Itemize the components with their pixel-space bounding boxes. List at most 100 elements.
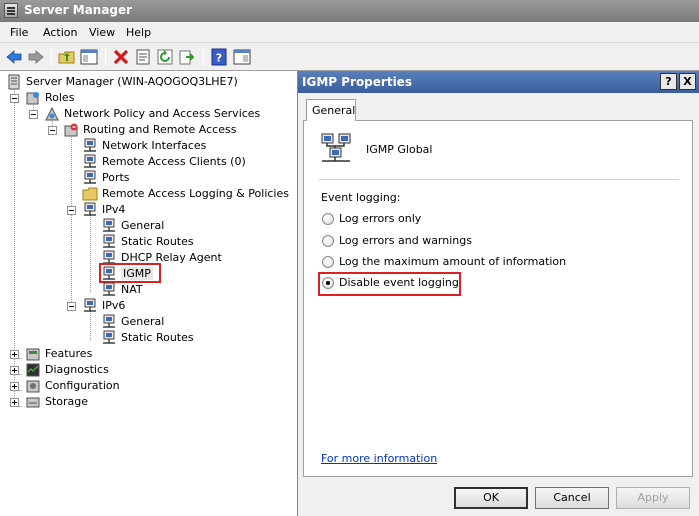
tree-node-ipv4[interactable]: IPv4 [67,202,167,218]
back-icon[interactable] [5,48,23,66]
tree-label: Diagnostics [45,363,109,376]
tree-node-network-interfaces[interactable]: Network Interfaces [82,138,282,154]
help-icon[interactable]: ? [210,48,228,66]
ipv4-icon [84,202,96,216]
tree-label: Storage [45,395,89,408]
igmp-properties-dialog: IGMP Properties ? X General IGMP Global … [297,71,699,516]
network-interfaces-icon [84,138,96,152]
radio-button[interactable] [322,256,334,268]
delete-icon[interactable] [112,48,130,66]
tab-general[interactable]: General [306,99,356,121]
tree-node-server-manager[interactable]: Server Manager (WIN-AQOGOQ3LHE7) [6,74,296,90]
cancel-button[interactable]: Cancel [535,487,609,509]
tree-label: Network Interfaces [102,139,207,152]
menu-action[interactable]: Action [43,26,77,39]
collapse-toggle[interactable] [67,302,76,311]
tree-node-features[interactable]: Features [10,346,160,362]
event-logging-label: Event logging: [321,191,401,204]
tree-label: Remote Access Clients (0) [102,155,246,168]
general-icon [103,314,115,328]
storage-icon [26,397,40,408]
show-hide-tree-icon[interactable] [80,48,98,66]
dialog-close-button[interactable]: X [679,73,696,90]
properties-icon[interactable] [134,48,152,66]
tree-node-rras[interactable]: Routing and Remote Access [48,122,288,138]
features-icon [26,348,40,361]
menu-view[interactable]: View [89,26,115,39]
expand-toggle[interactable] [10,350,19,359]
tree-label: Routing and Remote Access [83,123,237,136]
configuration-icon [26,380,40,393]
radio-label: Log errors only [339,212,422,225]
toolbar: ? [0,43,699,71]
tree-node-ipv6[interactable]: IPv6 [67,298,167,314]
routing-icon [64,123,78,137]
tree-node-nat[interactable]: NAT [101,282,251,298]
ok-button[interactable]: OK [454,487,528,509]
expand-toggle[interactable] [10,382,19,391]
tree-label: IPv6 [102,299,126,312]
radio-button[interactable] [322,235,334,247]
radio-label: Log the maximum amount of information [339,255,567,268]
tree-node-storage[interactable]: Storage [10,394,160,410]
igmp-global-label: IGMP Global [366,143,433,156]
svg-text:?: ? [216,52,222,65]
dialog-title-bar[interactable]: IGMP Properties ? X [298,71,699,93]
menu-help[interactable]: Help [126,26,151,39]
collapse-toggle[interactable] [10,94,19,103]
tree-node-configuration[interactable]: Configuration [10,378,160,394]
up-folder-icon[interactable] [58,48,76,66]
ports-icon [84,170,96,184]
tree-label: Features [45,347,93,360]
tree-label: General [121,219,165,232]
toolbar-separator [105,48,106,66]
expand-toggle[interactable] [10,366,19,375]
tree-node-ports[interactable]: Ports [82,170,282,186]
divider [319,179,679,180]
tree-node-roles[interactable]: Roles [10,90,290,106]
tree-node-remote-access-clients[interactable]: Remote Access Clients (0) [82,154,282,170]
collapse-toggle[interactable] [48,126,57,135]
window-title: Server Manager [24,3,133,17]
forward-icon[interactable] [27,48,45,66]
show-hide-action-pane-icon[interactable] [233,48,251,66]
highlight-box [318,272,461,296]
tree-label: Static Routes [121,235,194,248]
menu-file[interactable]: File [10,26,28,39]
tree-node-ipv6-general[interactable]: General [101,314,251,330]
toolbar-separator [51,48,52,66]
tree-label: IPv4 [102,203,126,216]
collapse-toggle[interactable] [29,110,38,119]
tree-node-ipv4-general[interactable]: General [101,218,251,234]
tree-node-diagnostics[interactable]: Diagnostics [10,362,160,378]
tree-node-ipv6-static-routes[interactable]: Static Routes [101,330,251,346]
diagnostics-icon [26,363,40,377]
tree-label: Static Routes [121,331,194,344]
expand-toggle[interactable] [10,398,19,407]
tree-node-npas[interactable]: Network Policy and Access Services [29,106,289,122]
remote-access-clients-icon [84,154,96,168]
network-policy-icon [45,106,59,121]
tree-label: Remote Access Logging & Policies [102,187,289,200]
folder-icon [82,187,98,201]
refresh-icon[interactable] [156,48,174,66]
static-routes-icon [103,234,115,248]
tree-label: NAT [121,283,143,296]
more-information-link[interactable]: For more information [321,452,437,465]
dialog-help-button[interactable]: ? [660,73,677,90]
radio-button[interactable] [322,213,334,225]
tree-label: Network Policy and Access Services [64,107,261,120]
tree-node-ipv4-static-routes[interactable]: Static Routes [101,234,251,250]
menu-bar: File Action View Help [0,22,699,43]
server-icon [8,74,20,90]
tree-node-remote-access-logging[interactable]: Remote Access Logging & Policies [82,186,292,202]
apply-button[interactable]: Apply [616,487,690,509]
collapse-toggle[interactable] [67,206,76,215]
export-list-icon[interactable] [178,48,196,66]
highlight-box [99,263,161,283]
title-bar: Server Manager [0,0,699,22]
roles-icon [26,92,39,105]
tree-label: General [121,315,165,328]
igmp-global-icon [321,133,351,162]
general-icon [103,218,115,232]
